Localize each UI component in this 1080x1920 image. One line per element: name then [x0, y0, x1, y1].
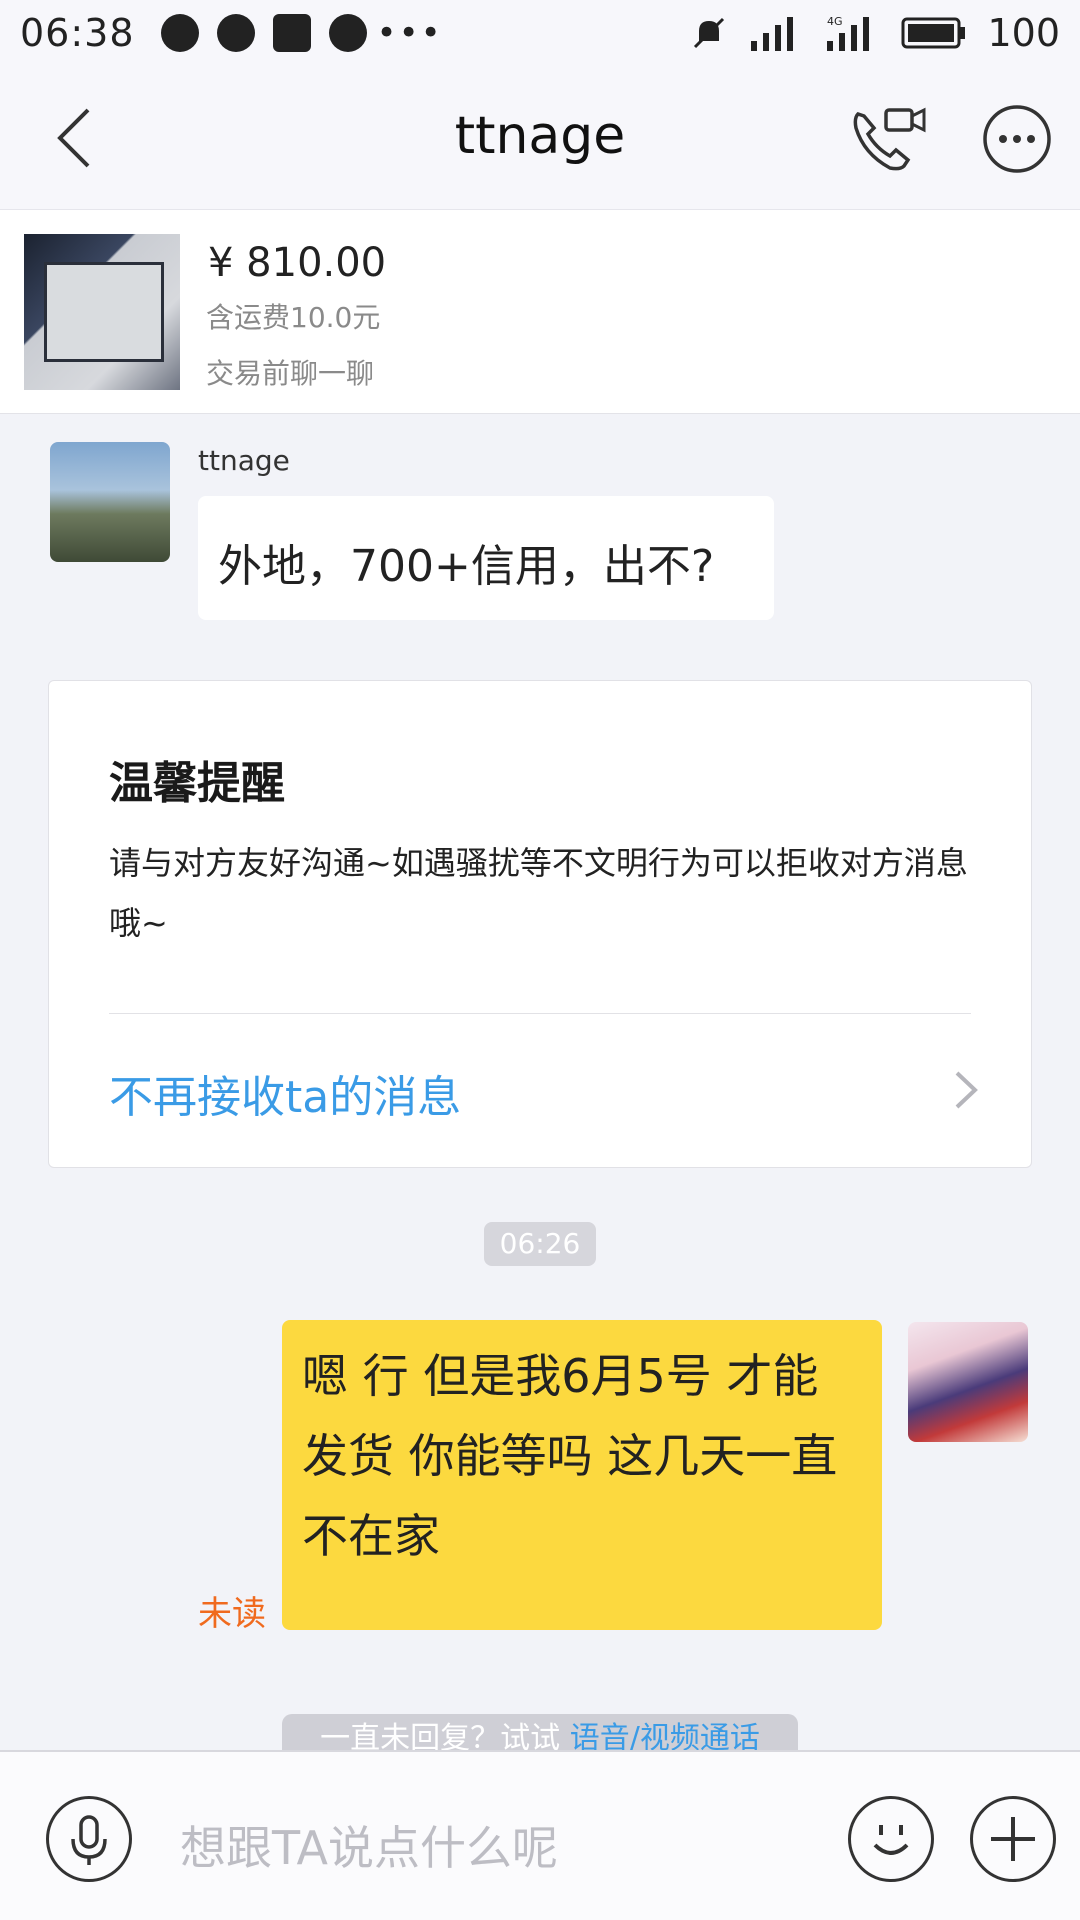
notification-icons — [160, 14, 367, 52]
voice-input-button[interactable] — [46, 1796, 132, 1882]
status-right: 4G 100 — [689, 11, 1060, 55]
status-bar: 06:38 ••• 4G 100 — [0, 0, 1080, 66]
status-time: 06:38 — [20, 11, 135, 55]
chat-notification-icon — [328, 14, 367, 52]
product-chat-prompt: 交易前聊一聊 — [206, 357, 375, 390]
reminder-card: 温馨提醒 请与对方友好沟通~如遇骚扰等不文明行为可以拒收对方消息哦~ 不再接收t… — [48, 680, 1032, 1168]
notification-app-icon — [160, 14, 199, 52]
weibo-icon — [216, 14, 255, 52]
sent-message-bubble[interactable]: 嗯 行 但是我6月5号 才能发货 你能等吗 这几天一直不在家 — [282, 1320, 882, 1630]
product-thumbnail[interactable] — [24, 234, 180, 390]
battery-icon — [901, 17, 966, 49]
received-message-bubble[interactable]: 外地，700+信用，出不? — [198, 496, 774, 620]
product-price: ¥ 810.00 — [208, 240, 387, 286]
message-timestamp: 06:26 — [484, 1222, 596, 1266]
nav-bar: ttnage — [0, 66, 1080, 210]
sender-name: ttnage — [198, 444, 290, 477]
reminder-title: 温馨提醒 — [109, 758, 285, 809]
plus-icon — [991, 1817, 1035, 1861]
reminder-body: 请与对方友好沟通~如遇骚扰等不文明行为可以拒收对方消息哦~ — [109, 844, 968, 942]
message-input[interactable]: 想跟TA说点什么呢 — [180, 1812, 558, 1878]
microphone-icon — [71, 1815, 107, 1865]
battery-level: 100 — [987, 11, 1060, 55]
product-card[interactable]: ¥ 810.00 含运费10.0元 交易前聊一聊 — [0, 210, 1080, 414]
more-actions-button[interactable] — [970, 1796, 1056, 1882]
chevron-right-icon[interactable] — [945, 1065, 985, 1115]
product-photo-screen — [44, 262, 164, 362]
reminder-divider — [109, 1013, 971, 1014]
mute-icon — [694, 17, 725, 49]
unread-status: 未读 — [198, 1594, 266, 1634]
emoji-button[interactable] — [848, 1796, 934, 1882]
svg-text:4G: 4G — [827, 15, 843, 28]
mail-icon — [272, 14, 311, 52]
voice-video-call-icon[interactable] — [850, 104, 930, 174]
sender-avatar[interactable] — [50, 442, 170, 562]
my-avatar[interactable] — [908, 1322, 1028, 1442]
signal-4g-icon: 4G — [827, 15, 870, 51]
more-notifications-icon: ••• — [376, 13, 443, 53]
signal-icon — [751, 17, 794, 51]
input-bar: 想跟TA说点什么呢 — [0, 1750, 1080, 1920]
more-options-icon[interactable] — [982, 104, 1052, 174]
smiley-icon — [873, 1825, 909, 1855]
block-messages-link[interactable]: 不再接收ta的消息 — [109, 1061, 461, 1125]
product-shipping: 含运费10.0元 — [206, 301, 381, 334]
